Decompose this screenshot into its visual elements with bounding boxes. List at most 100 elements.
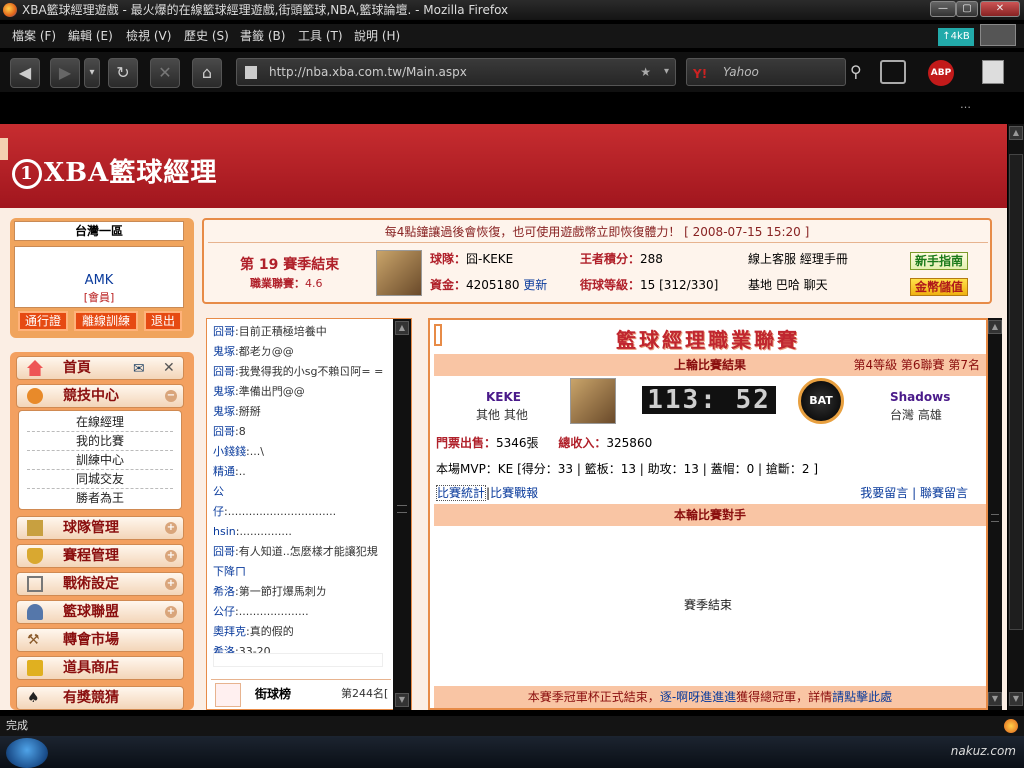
champion-team-link[interactable]: 逐-啊呀進進進 — [660, 690, 736, 704]
expand-icon[interactable]: + — [165, 522, 177, 534]
home-team-name[interactable]: KEKE — [486, 390, 521, 404]
history-dropdown-icon[interactable]: ▾ — [84, 58, 100, 88]
start-button[interactable] — [6, 738, 48, 768]
chat-author[interactable]: hsin — [213, 525, 236, 538]
bookmarks-more-icon[interactable]: … — [960, 98, 971, 111]
sidebar-item-transfer[interactable]: ⚒ 轉會市場 — [16, 628, 184, 652]
menu-view[interactable]: 檢視 (V) — [126, 24, 171, 48]
close-button[interactable]: ✕ — [980, 1, 1020, 17]
submenu-local-friends[interactable]: 同城交友 — [27, 470, 173, 489]
chat-author[interactable]: 鬼塚 — [213, 405, 235, 418]
team-info-panel: 每4點鐘讓過後會恢復，也可使用遊戲幣立即恢復體力！ [ 2008-07-15 1… — [202, 218, 992, 304]
maximize-button[interactable]: ▢ — [956, 1, 978, 17]
chat-author[interactable]: 囧哥 — [213, 365, 235, 378]
details-link[interactable]: 請點擊此處 — [832, 690, 892, 704]
minimize-button[interactable]: — — [930, 1, 956, 17]
community-links[interactable]: 基地 巴哈 聊天 — [748, 276, 828, 293]
team-avatar[interactable] — [376, 250, 422, 296]
sidebar-item-home[interactable]: 首頁 ✉ ✕ — [16, 356, 184, 380]
chat-author[interactable]: 公 — [213, 485, 224, 498]
chat-author[interactable]: 囧哥 — [213, 545, 235, 558]
reload-icon[interactable]: ↻ — [108, 58, 138, 88]
expand-icon[interactable]: + — [165, 550, 177, 562]
scroll-up-icon[interactable]: ▲ — [1009, 126, 1023, 140]
sidebar-item-league[interactable]: 籃球聯盟 + — [16, 600, 184, 624]
scroll-thumb[interactable] — [397, 505, 407, 513]
sidebar-item-lottery[interactable]: ♠ 有獎競猜 — [16, 686, 184, 710]
league-message-link[interactable]: 聯賽留言 — [920, 486, 968, 500]
chat-author[interactable]: 下降ㄇ — [213, 565, 246, 578]
chat-text: 都老ㄉ@@ — [238, 345, 294, 358]
chat-author[interactable]: 公仔 — [213, 605, 235, 618]
service-links[interactable]: 線上客服 經理手冊 — [748, 250, 848, 267]
scroll-down-icon[interactable]: ▼ — [395, 693, 409, 707]
match-report-link[interactable]: 比賽戰報 — [490, 486, 538, 500]
chat-text: 有人知道..怎麼樣才能讓犯規 — [238, 545, 378, 558]
gold-topup-button[interactable]: 金幣儲值 — [910, 278, 968, 296]
away-team-name[interactable]: Shadows — [890, 390, 950, 404]
search-icon[interactable]: ⚲ — [850, 62, 862, 81]
back-icon[interactable]: ◀ — [10, 58, 40, 88]
sidebar-item-shop[interactable]: 道具商店 — [16, 656, 184, 680]
notes-icon[interactable] — [982, 60, 1004, 84]
mail-icon[interactable]: ✉ — [133, 358, 145, 380]
home-icon[interactable]: ⌂ — [192, 58, 222, 88]
scroll-down-icon[interactable]: ▼ — [1009, 692, 1023, 706]
chat-author[interactable]: 鬼塚 — [213, 385, 235, 398]
scroll-thumb[interactable] — [991, 514, 999, 522]
chat-author[interactable]: 精通 — [213, 465, 235, 478]
scroll-down-icon[interactable]: ▼ — [988, 692, 1002, 706]
chat-author[interactable]: 希洛 — [213, 585, 235, 598]
chat-author[interactable]: 囧哥 — [213, 425, 235, 438]
sidebar-item-arena[interactable]: 競技中心 − — [16, 384, 184, 408]
leave-message-link[interactable]: 我要留言 — [860, 486, 908, 500]
scroll-up-icon[interactable]: ▲ — [988, 320, 1002, 334]
fund-update-link[interactable]: 更新 — [523, 278, 547, 292]
chat-author[interactable]: 鬼塚 — [213, 345, 235, 358]
url-bar[interactable]: http://nba.xba.com.tw/Main.aspx ★ ▾ — [236, 58, 676, 86]
chat-author[interactable]: 仔 — [213, 505, 224, 518]
tabs-icon[interactable] — [880, 60, 906, 84]
stop-icon[interactable]: ✕ — [150, 58, 180, 88]
sidebar-item-tactics[interactable]: 戰術設定 + — [16, 572, 184, 596]
scroll-thumb[interactable] — [1009, 154, 1023, 630]
tools-icon[interactable]: ✕ — [163, 357, 175, 379]
sidebar-item-schedule[interactable]: 賽程管理 + — [16, 544, 184, 568]
submenu-winner[interactable]: 勝者為王 — [27, 489, 173, 508]
menu-history[interactable]: 歷史 (S) — [184, 24, 229, 48]
sidebar-item-team[interactable]: 球隊管理 + — [16, 516, 184, 540]
chat-author[interactable]: 小錢錢 — [213, 445, 246, 458]
menu-help[interactable]: 說明 (H) — [354, 24, 400, 48]
chat-input[interactable] — [213, 653, 383, 667]
passport-button[interactable]: 通行證 — [18, 311, 68, 331]
menu-tools[interactable]: 工具 (T) — [298, 24, 343, 48]
site-logo[interactable]: 1 XBA籃球經理 — [12, 152, 217, 189]
chat-author[interactable]: 奧拜克 — [213, 625, 246, 638]
url-dropdown-icon[interactable]: ▾ — [664, 59, 669, 85]
expand-icon[interactable]: + — [165, 578, 177, 590]
match-stats-link[interactable]: 比賽統計 — [436, 485, 487, 501]
chat-scrollbar[interactable]: ▲ ▼ — [393, 319, 411, 710]
collapse-icon[interactable]: − — [165, 390, 177, 402]
league-scrollbar[interactable]: ▲ ▼ — [988, 318, 1002, 710]
forward-icon[interactable]: ▶ — [50, 58, 80, 88]
submenu-online-managers[interactable]: 在線經理 — [27, 413, 173, 432]
menu-bookmarks[interactable]: 書籤 (B) — [240, 24, 285, 48]
menu-edit[interactable]: 編輯 (E) — [68, 24, 113, 48]
bookmark-star-icon[interactable]: ★ — [640, 59, 651, 85]
menu-file[interactable]: 檔案 (F) — [12, 24, 56, 48]
submenu-my-matches[interactable]: 我的比賽 — [27, 432, 173, 451]
submenu-training-center[interactable]: 訓練中心 — [27, 451, 173, 470]
scroll-up-icon[interactable]: ▲ — [395, 321, 409, 335]
away-team-logo[interactable]: BAT — [798, 378, 844, 424]
search-input[interactable]: Y! Yahoo — [686, 58, 846, 86]
expand-icon[interactable]: + — [165, 606, 177, 618]
page-scrollbar[interactable]: ▲ ▼ — [1008, 124, 1024, 710]
logout-button[interactable]: 退出 — [144, 311, 182, 331]
adblock-icon[interactable]: ABP — [928, 60, 954, 86]
newbie-guide-button[interactable]: 新手指南 — [910, 252, 968, 270]
firefox-status-icon[interactable] — [1004, 719, 1018, 733]
offline-training-button[interactable]: 離線訓練 — [74, 311, 138, 331]
home-team-avatar[interactable] — [570, 378, 616, 424]
chat-author[interactable]: 囧哥 — [213, 325, 235, 338]
